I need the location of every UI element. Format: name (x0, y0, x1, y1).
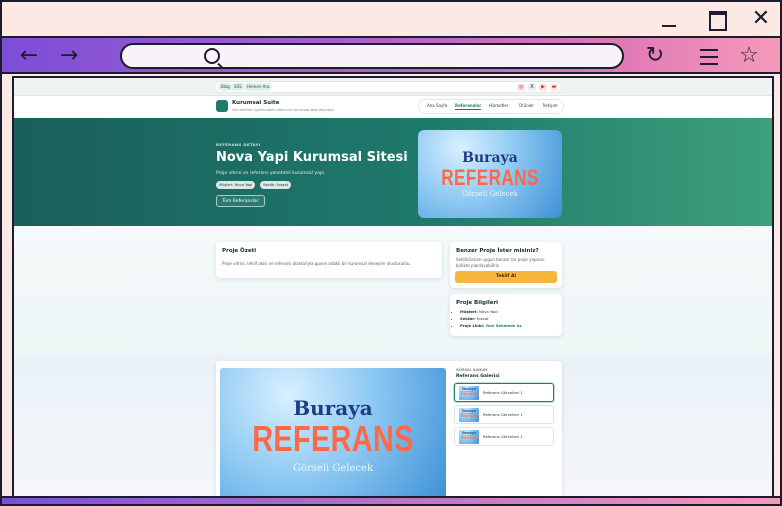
topbar-container: Blog SSS Hemen Ara ◎ X ▶ ▬ (214, 81, 562, 93)
maximize-icon[interactable] (706, 8, 728, 31)
brand-tagline: Her sektöre uyarlanabilir premium kurums… (232, 108, 334, 112)
thumb-label: Referans Görselleri 1 (483, 412, 523, 417)
topbar-link-call[interactable]: Hemen Ara (244, 83, 273, 91)
nav-item-services[interactable]: Hizmetler (489, 103, 508, 108)
summary-title: Proje Özeti (222, 248, 257, 254)
brand-name[interactable]: Kurumsal Suite (232, 100, 279, 106)
hero-kicker: REFERANS DETAYI (216, 142, 261, 147)
gallery-kicker: GÖRSEL SUNUM (456, 368, 488, 372)
gallery-title: Referans Galerisi (456, 374, 500, 379)
summary-text: Proje vitrini, teklif akisi ve referans … (222, 261, 411, 266)
info-link-label: Proje Linki: (460, 323, 485, 328)
bookmark-star-icon[interactable]: ☆ (736, 44, 762, 68)
back-arrow-icon[interactable]: ← (16, 44, 42, 68)
cta-text: Sektörünüze uygun benzer bir proje yapıs… (456, 257, 545, 268)
image-text-line3: Görseli Gelecek (292, 463, 373, 474)
topbar-link-faq[interactable]: SSS (231, 83, 245, 91)
info-sector-value: İnsaat (476, 316, 489, 321)
customer-tag: Müşteri: Nova Yapi (216, 181, 256, 189)
nav-item-home[interactable]: Ana Sayfa (427, 103, 447, 108)
language-flag-icon[interactable]: ▬ (550, 84, 558, 91)
thumb-text-line2: REFERANS (461, 435, 479, 441)
hero-reference-image: Buraya REFERANS Görseli Gelecek (418, 130, 562, 218)
main-nav: Ana Sayfa Referanslar Hizmetler Ürünler … (418, 99, 564, 114)
minimize-icon[interactable] (658, 8, 680, 30)
site-header: Kurumsal Suite Her sektöre uyarlanabilir… (14, 96, 772, 118)
gallery-section: Buraya REFERANS Görseli Gelecek GÖRSEL S… (14, 354, 772, 498)
reload-icon[interactable]: ↻ (642, 44, 668, 68)
info-list: Müşteri: Nova Yapi Sektör: İnsaat Proje … (460, 309, 522, 330)
page-viewport: Blog SSS Hemen Ara ◎ X ▶ ▬ Kurumsal Suit… (12, 76, 774, 500)
browser-toolbar: ← → ↻ ☆ (2, 36, 780, 74)
browser-window: ✕ ← → ↻ ☆ Blog SSS Hemen Ara ◎ X ▶ ▬ Kur… (0, 0, 782, 506)
info-sector: Sektör: İnsaat (460, 316, 522, 321)
info-customer-label: Müşteri: (460, 309, 478, 314)
project-info-card: Proje Bilgileri Müşteri: Nova Yapi Sektö… (450, 294, 562, 336)
image-text-line3: Görseli Gelecek (461, 190, 518, 198)
gallery-main-image[interactable]: Buraya REFERANS Görseli Gelecek (220, 368, 446, 498)
hero-section: REFERANS DETAYI Nova Yapi Kurumsal Sites… (14, 118, 772, 226)
nav-item-contact[interactable]: İletişim (543, 103, 558, 108)
info-customer-value: Nova Yapi (479, 309, 498, 314)
nav-item-products[interactable]: Ürünler (519, 103, 534, 108)
thumbnail-image: Buraya REFERANS (459, 430, 479, 444)
gallery-thumb-item[interactable]: Buraya REFERANS Referans Görselleri 1 (454, 405, 554, 424)
thumb-text-line2: REFERANS (461, 391, 479, 397)
title-bar: ✕ (2, 2, 780, 36)
menu-icon[interactable] (696, 44, 722, 68)
thumbnail-image: Buraya REFERANS (459, 408, 479, 422)
x-icon[interactable]: X (528, 84, 536, 91)
project-summary-card: Proje Özeti Proje vitrini, teklif akisi … (216, 242, 442, 278)
sector-tag: Sektör: İnsaat (260, 181, 291, 189)
instagram-icon[interactable]: ◎ (517, 84, 525, 91)
info-title: Proje Bilgileri (456, 300, 499, 306)
info-link: Proje Linki: Yeni Sekmede Aç (460, 323, 522, 328)
image-text-line2: REFERANS (441, 165, 539, 190)
window-bottom-border (2, 496, 780, 504)
close-icon[interactable]: ✕ (750, 8, 772, 30)
thumb-label: Referans Görselleri 1 (483, 390, 523, 395)
all-references-button[interactable]: Tüm Referanslar (216, 195, 265, 207)
gallery-thumb-item[interactable]: Buraya REFERANS Referans Görselleri 1 (454, 383, 554, 402)
search-icon (204, 48, 220, 64)
image-text-line1: Buraya (462, 150, 518, 166)
logo[interactable] (216, 100, 228, 112)
forward-arrow-icon[interactable]: → (56, 44, 82, 68)
info-customer: Müşteri: Nova Yapi (460, 309, 522, 314)
youtube-icon[interactable]: ▶ (539, 84, 547, 91)
nav-item-references[interactable]: Referanslar (455, 103, 482, 110)
cta-title: Benzer Proje İster misiniz? (456, 248, 539, 254)
hero-description: Proje vitrini ve referans yonetimli kuru… (216, 171, 326, 176)
get-quote-button[interactable]: Teklif Al (455, 271, 557, 283)
thumb-text-line2: REFERANS (461, 413, 479, 419)
address-bar[interactable] (120, 43, 624, 69)
thumb-label: Referans Görselleri 1 (483, 434, 523, 439)
similar-project-card: Benzer Proje İster misiniz? Sektörünüze … (450, 242, 562, 288)
image-text-line2: REFERANS (252, 418, 414, 459)
image-text-line1: Buraya (293, 396, 373, 420)
site-topbar: Blog SSS Hemen Ara ◎ X ▶ ▬ (14, 78, 772, 96)
page-title: Nova Yapi Kurumsal Sitesi (216, 150, 408, 165)
thumbnail-image: Buraya REFERANS (459, 386, 479, 400)
project-link[interactable]: Yeni Sekmede Aç (485, 323, 521, 328)
info-sector-label: Sektör: (460, 316, 476, 321)
gallery-thumb-item[interactable]: Buraya REFERANS Referans Görselleri 1 (454, 427, 554, 446)
content-section: Proje Özeti Proje vitrini, teklif akisi … (14, 226, 772, 354)
